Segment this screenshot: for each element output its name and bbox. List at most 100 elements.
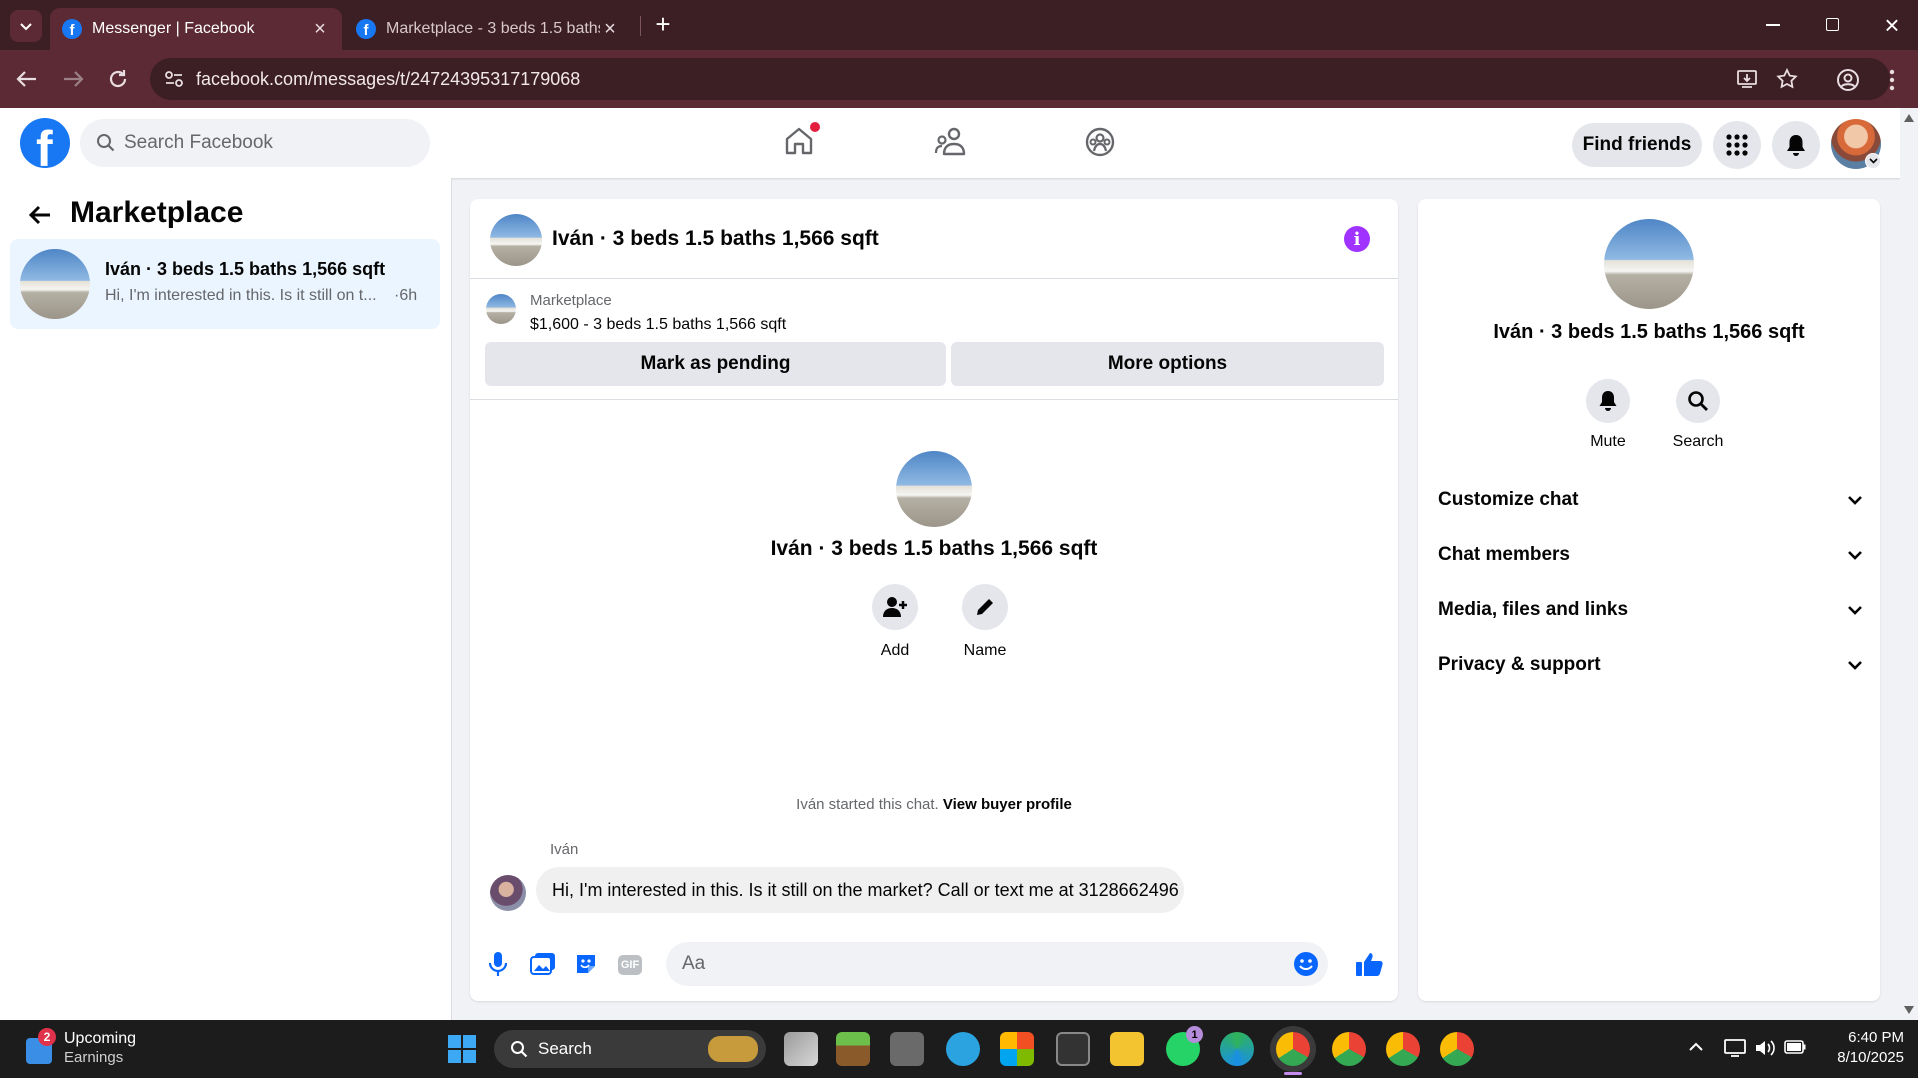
tab-messenger[interactable]: f Messenger | Facebook × [50,8,342,50]
customize-chat-row[interactable]: Customize chat [1438,480,1863,520]
notifications-button[interactable] [1772,121,1820,169]
chrome-icon[interactable] [1276,1032,1310,1066]
mark-pending-label: Mark as pending [640,353,791,374]
microphone-icon[interactable] [488,951,508,977]
close-window-button[interactable]: × [1880,10,1904,40]
video-editor-icon[interactable] [1056,1032,1090,1066]
chevron-down-icon [1848,551,1862,560]
new-tab-button[interactable]: + [650,11,676,38]
listing-summary[interactable]: $1,600 - 3 beds 1.5 baths 1,566 sqft [530,316,786,334]
widgets-button[interactable]: 2 Upcoming Earnings [24,1028,164,1070]
close-tab-icon[interactable]: × [600,18,620,41]
mute-button[interactable]: Mute [1568,379,1648,451]
message-input[interactable]: Aa [666,942,1328,986]
listing-thumbnail[interactable] [486,294,516,324]
page-scrollbar[interactable] [1900,108,1918,1020]
gif-button[interactable]: GIF [618,955,642,975]
find-friends-button[interactable]: Find friends [1572,123,1702,167]
install-app-icon[interactable] [1736,69,1758,89]
edge-icon[interactable] [1220,1032,1254,1066]
facebook-logo-icon[interactable]: f [20,118,70,168]
nav-friends[interactable] [934,126,968,158]
conversation-time: ·6h [394,287,418,304]
nav-home[interactable] [782,122,822,164]
search-label: Search [1672,433,1724,450]
intro-avatar[interactable] [896,451,972,527]
like-thumb-icon[interactable] [1355,951,1383,977]
nav-groups[interactable] [1084,126,1116,158]
chat-title[interactable]: Iván · 3 beds 1.5 baths 1,566 sqft [552,227,879,251]
file-explorer-icon[interactable] [1110,1032,1144,1066]
minimize-button[interactable] [1766,24,1780,26]
bookmark-star-icon[interactable] [1776,68,1798,90]
whatsapp-icon[interactable]: 1 [1166,1026,1203,1066]
volume-icon[interactable] [1754,1038,1776,1058]
photo-icon[interactable] [530,952,556,976]
account-avatar[interactable] [1831,119,1881,169]
widget-badge: 2 [38,1028,56,1046]
sticker-icon[interactable] [574,952,598,976]
chrome-icon[interactable] [1440,1032,1474,1066]
battery-icon[interactable] [1784,1040,1806,1054]
windows-start-icon[interactable] [448,1035,476,1063]
privacy-support-row[interactable]: Privacy & support [1438,645,1863,685]
conversation-name: Iván · 3 beds 1.5 baths 1,566 sqft [105,259,386,279]
tab-search-button[interactable] [10,10,42,42]
mute-label: Mute [1590,433,1626,450]
forward-arrow-icon[interactable] [62,70,84,88]
back-arrow-icon[interactable] [16,70,38,88]
system-clock[interactable]: 6:40 PM 8/10/2025 [1820,1028,1904,1068]
back-arrow-icon[interactable] [28,204,52,226]
scroll-up-icon[interactable] [1904,114,1914,122]
tab-marketplace[interactable]: f Marketplace - 3 beds 1.5 baths × [344,8,632,50]
chat-members-row[interactable]: Chat members [1438,535,1863,575]
facebook-header: f Search Facebook Find friends [0,108,1900,178]
more-options-button[interactable]: More options [951,342,1384,386]
message-bubble[interactable]: Hi, I'm interested in this. Is it still … [536,867,1184,913]
info-icon[interactable]: i [1344,226,1370,252]
chrome-icon[interactable] [1386,1032,1420,1066]
add-member-button[interactable]: Add [860,584,930,664]
telegram-icon[interactable] [946,1032,980,1066]
apps-grid-icon [1726,134,1748,156]
view-buyer-profile-link[interactable]: View buyer profile [943,796,1072,813]
message-placeholder: Aa [682,953,706,974]
emoji-icon[interactable] [1293,951,1319,977]
game-app-icon[interactable] [890,1032,924,1066]
mark-pending-button[interactable]: Mark as pending [485,342,946,386]
reload-icon[interactable] [107,68,129,90]
profile-icon[interactable] [1836,68,1860,92]
chat-details-panel: Iván · 3 beds 1.5 baths 1,566 sqft Mute … [1418,199,1880,1001]
close-tab-icon[interactable]: × [310,18,330,41]
tab-title: Marketplace - 3 beds 1.5 baths [386,20,600,37]
search-box[interactable]: Search Facebook [80,119,430,167]
edit-name-button[interactable]: Name [950,584,1020,664]
more-menu-icon[interactable] [1888,68,1896,92]
pencil-icon [962,584,1008,630]
conversation-item[interactable]: Iván · 3 beds 1.5 baths 1,566 sqft Hi, I… [10,239,440,329]
details-avatar[interactable] [1604,219,1694,309]
sender-avatar[interactable] [490,875,526,911]
menu-button[interactable] [1713,121,1761,169]
chrome-icon[interactable] [1332,1032,1366,1066]
listing-banner: Marketplace $1,600 - 3 beds 1.5 baths 1,… [470,280,1398,400]
site-settings-icon[interactable] [164,70,184,88]
widget-subtitle: Earnings [64,1049,124,1066]
notification-dot [810,122,820,132]
address-bar[interactable]: facebook.com/messages/t/2472439531717906… [150,58,1890,100]
microsoft-store-icon[interactable] [1000,1032,1034,1066]
network-icon[interactable] [1724,1038,1746,1058]
task-view-icon[interactable] [784,1032,818,1066]
search-chat-button[interactable]: Search [1658,379,1738,451]
section-label: Media, files and links [1438,599,1629,620]
scroll-down-icon[interactable] [1904,1006,1914,1014]
minecraft-icon[interactable] [836,1032,870,1066]
taskbar-search[interactable]: Search [494,1030,766,1068]
name-label: Name [963,642,1007,659]
restore-button[interactable] [1826,18,1839,31]
media-files-links-row[interactable]: Media, files and links [1438,590,1863,630]
chat-header-avatar[interactable] [490,214,542,266]
panel-title: Marketplace [70,196,244,229]
chevron-up-icon[interactable] [1688,1042,1704,1052]
add-label: Add [880,642,910,659]
